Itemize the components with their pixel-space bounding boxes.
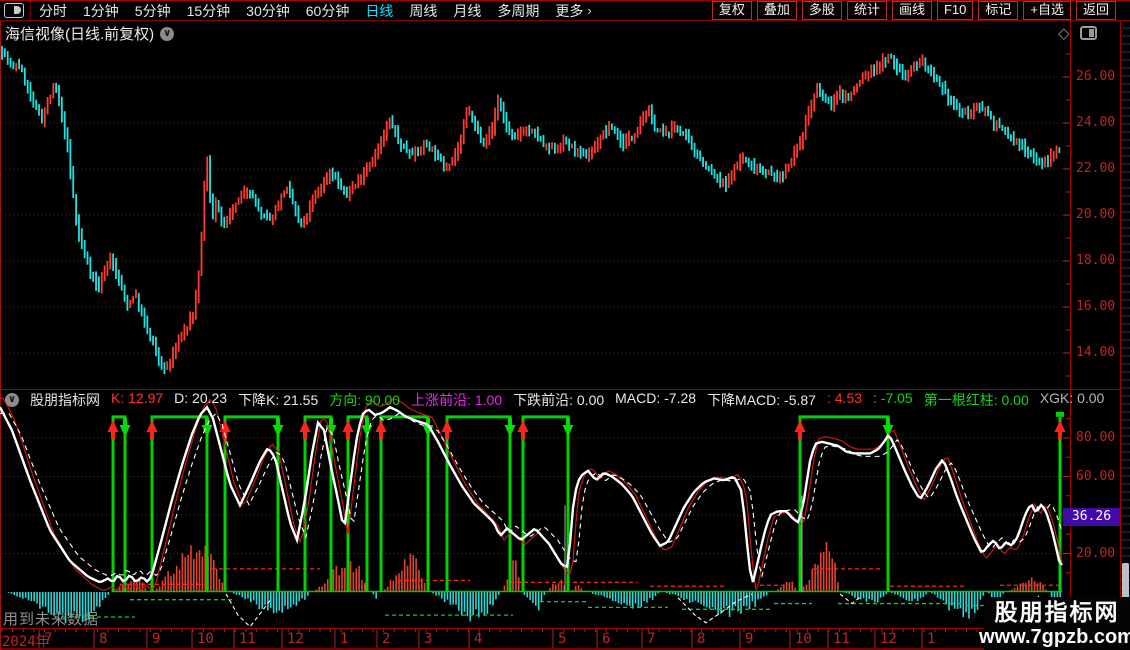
toolbar-button-返回[interactable]: 返回 (1075, 1, 1116, 20)
period-tab-周线[interactable]: 周线 (409, 1, 437, 21)
indicator-field: : -7.05 (873, 390, 913, 406)
indicator-values: K: 12.97 D: 20.23 下降K: 21.55 方向: 90.00 上涨前沿:… (111, 390, 1104, 410)
price-label: 22.00 (1076, 161, 1116, 176)
toolbar-divider (30, 0, 31, 21)
period-tabs: 分时 1分钟 5分钟 15分钟 30分钟 60分钟 日线 周线 月线 多周期 更多 (39, 1, 583, 21)
tdx-app: 分时 1分钟 5分钟 15分钟 30分钟 60分钟 日线 周线 月线 多周期 更多 › 复权 叠加 多股… (0, 0, 1130, 650)
indicator-field: 下跌前沿: 0.00 (513, 392, 605, 408)
toolbar-button-+自选[interactable]: +自选 (1023, 1, 1071, 20)
price-label: 26.00 (1076, 69, 1116, 84)
future-data-note: 用到未来数据 (3, 611, 100, 628)
watermark-url: www.7gpzb.com (979, 625, 1130, 648)
stock-title: 海信视像(日线.前复权) (5, 26, 155, 43)
toolbar-button-标记[interactable]: 标记 (978, 1, 1019, 20)
month-label: 2 (382, 631, 391, 647)
toolbar-buttons: 复权 叠加 多股 统计 画线 F10 标记 +自选 返回 (711, 1, 1116, 20)
month-label: 4 (474, 631, 483, 647)
month-label: 5 (558, 631, 567, 647)
top-toolbar: 分时 1分钟 5分钟 15分钟 30分钟 60分钟 日线 周线 月线 多周期 更多 › 复权 叠加 多股… (0, 0, 1130, 21)
toolbar-button-复权[interactable]: 复权 (711, 1, 752, 20)
indicator-axis-label: 20.00 (1076, 545, 1116, 561)
month-label: 8 (99, 631, 108, 647)
indicator-field: 方向: 90.00 (329, 392, 401, 408)
title-chevron-icon[interactable]: ∨ (160, 26, 175, 41)
watermark-name: 股朋指标网 (994, 598, 1120, 625)
diamond-icon[interactable]: ◇ (1058, 24, 1070, 42)
period-tab-30分钟[interactable]: 30分钟 (246, 1, 290, 21)
toolbar-button-多股[interactable]: 多股 (801, 1, 842, 20)
period-tab-更多[interactable]: 更多 (555, 1, 583, 21)
month-label: 1 (340, 631, 349, 647)
month-label: 3 (424, 631, 433, 647)
month-label: 11 (833, 631, 850, 647)
indicator-field: 第一根红柱: 0.00 (923, 392, 1029, 408)
title-row: 海信视像(日线.前复权) ∨ (5, 23, 175, 44)
period-tab-月线[interactable]: 月线 (453, 1, 481, 21)
more-chevron-icon: › (587, 3, 592, 18)
month-label: 6 (602, 631, 611, 647)
indicator-chevron-icon[interactable]: ∨ (5, 393, 19, 407)
month-label: 8 (697, 631, 706, 647)
title-icons: ◇ (1058, 24, 1097, 42)
month-label: 9 (152, 631, 161, 647)
indicator-name[interactable]: 股朋指标网 (30, 390, 100, 410)
price-label: 14.00 (1076, 345, 1116, 360)
indicator-field: D: 20.23 (174, 390, 228, 406)
month-label: 10 (795, 631, 812, 647)
month-label: 7 (44, 631, 53, 647)
period-tab-15分钟[interactable]: 15分钟 (187, 1, 231, 21)
window-layout-icon[interactable] (4, 3, 24, 18)
indicator-field: MACD: -7.28 (615, 390, 697, 406)
month-label: 12 (287, 631, 304, 647)
indicator-field: 上涨前沿: 1.00 (411, 392, 503, 408)
indicator-field: : 4.53 (826, 390, 863, 406)
period-tab-5分钟[interactable]: 5分钟 (135, 1, 171, 21)
panel-layout-icon[interactable] (1079, 26, 1097, 40)
price-label: 18.00 (1076, 253, 1116, 268)
indicator-field: XGK: 0.00 (1039, 390, 1105, 406)
period-tab-1分钟[interactable]: 1分钟 (83, 1, 119, 21)
toolbar-button-叠加[interactable]: 叠加 (756, 1, 797, 20)
month-label: 12 (880, 631, 897, 647)
indicator-field: K: 12.97 (111, 390, 164, 406)
month-label: 7 (647, 631, 656, 647)
month-label: 9 (745, 631, 754, 647)
period-tab-60分钟[interactable]: 60分钟 (306, 1, 350, 21)
price-label: 24.00 (1076, 115, 1116, 130)
indicator-header: ∨ 股朋指标网 K: 12.97 D: 20.23 下降K: 21.55 方向: 90… (5, 390, 1104, 410)
month-label: 1 (927, 631, 936, 647)
month-label: 10 (197, 631, 214, 647)
site-watermark: 股朋指标网 www.7gpzb.com (979, 597, 1130, 650)
right-edge-strip (1121, 0, 1130, 650)
price-label: 16.00 (1076, 299, 1116, 314)
toolbar-button-F10[interactable]: F10 (936, 1, 974, 20)
indicator-field: 下降MACD: -5.87 (707, 392, 816, 408)
month-label: 11 (239, 631, 256, 647)
period-tab-多周期[interactable]: 多周期 (497, 1, 539, 21)
toolbar-button-画线[interactable]: 画线 (891, 1, 932, 20)
toolbar-button-统计[interactable]: 统计 (846, 1, 887, 20)
indicator-field: 下降K: 21.55 (238, 392, 319, 408)
period-tab-日线[interactable]: 日线 (365, 1, 393, 21)
chart-canvas[interactable] (0, 0, 1130, 650)
indicator-axis-label: 60.00 (1076, 468, 1116, 484)
period-tab-分时[interactable]: 分时 (39, 1, 67, 21)
indicator-axis-label: 80.00 (1076, 430, 1116, 445)
indicator-value-badge: 36.26 (1063, 508, 1120, 526)
month-label: 2024年 (2, 634, 50, 650)
price-label: 20.00 (1076, 207, 1116, 222)
